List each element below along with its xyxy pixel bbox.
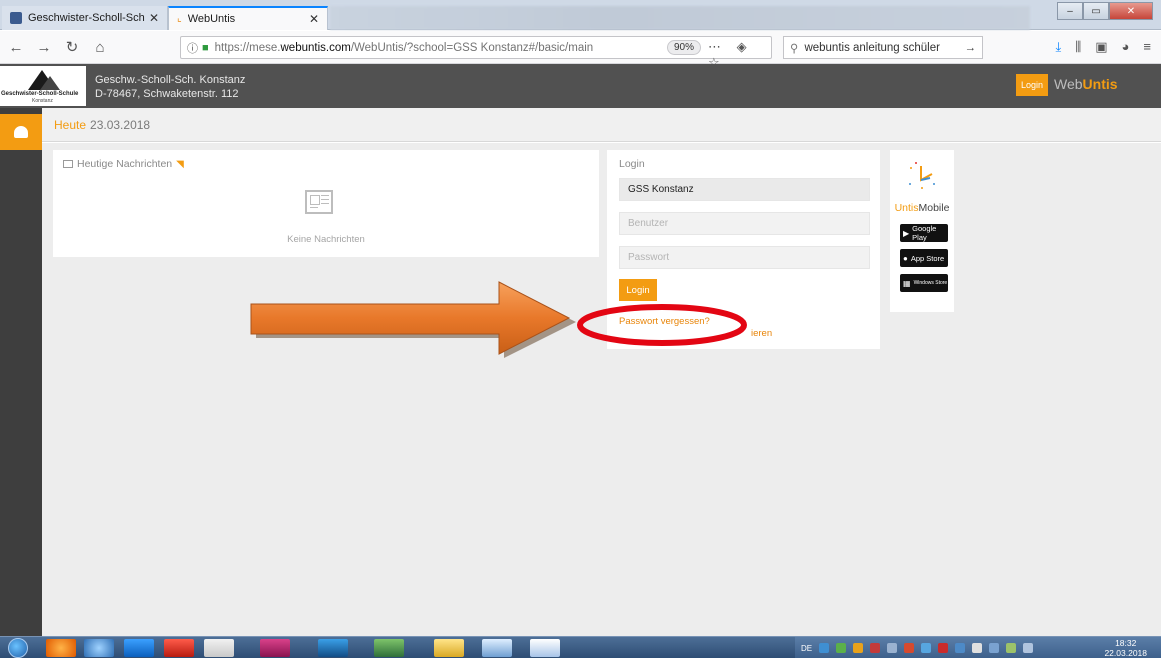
search-icon: ⚲ <box>790 42 799 55</box>
google-play-badge[interactable]: ▶ Google Play <box>900 224 948 242</box>
school-address: D-78467, Schwaketenstr. 112 <box>95 88 239 100</box>
url-prefix: https://mese. <box>214 41 281 54</box>
play-icon: ▶ <box>903 228 910 238</box>
news-title: Heutige Nachrichten ◥ <box>63 158 184 170</box>
thunderbird-taskbar-icon[interactable] <box>84 639 114 657</box>
url-bar[interactable]: ⓘ ■ https://mese. webuntis.com/WebUntis/?… <box>180 36 772 70</box>
school-info: Geschw.-Scholl-Sch. Konstanz D-78467, Sc… <box>95 73 245 101</box>
date-bar: Heute 23.03.2018 <box>42 108 1161 142</box>
window-taskbar-icon[interactable] <box>482 639 512 657</box>
start-button[interactable] <box>8 638 28 658</box>
news-placeholder-icon <box>305 190 333 214</box>
back-icon[interactable]: ← <box>4 39 28 56</box>
school-logo: Geschwister-Scholl-Schule Konstanz <box>0 66 86 106</box>
pdf-taskbar-icon[interactable] <box>204 639 234 657</box>
newspaper-icon <box>63 160 73 168</box>
search-text: webuntis anleitung schüler <box>804 41 940 54</box>
annotation-arrow <box>250 281 576 358</box>
tray-app-icon[interactable] <box>887 643 898 653</box>
news-card: Heutige Nachrichten ◥ Keine Nachrichten <box>53 150 599 257</box>
tray-app-icon[interactable] <box>989 643 1000 653</box>
tray-app-icon[interactable] <box>921 643 932 653</box>
school-name: Geschw.-Scholl-Sch. Konstanz <box>95 74 246 86</box>
tab-title: Geschwister-Scholl-Schule Kon <box>28 12 145 24</box>
acrobat-taskbar-icon[interactable] <box>164 639 194 657</box>
toolbar-icons: ⤓ ⫼ ▣ ◕ ≡ <box>1056 39 1151 55</box>
untis-mobile-card: UntisMobile ▶ Google Play ● App Store ▦ Win… <box>890 150 954 312</box>
sidebar-icon[interactable]: ▣ <box>1095 39 1107 55</box>
menu-icon[interactable]: ≡ <box>1143 39 1151 55</box>
window-controls: – ▭ ✕ <box>1057 2 1153 20</box>
app-store-badge[interactable]: ● App Store <box>900 249 948 267</box>
language-indicator[interactable]: DE <box>801 644 812 653</box>
close-icon[interactable]: ✕ <box>309 12 319 26</box>
lock-icon[interactable]: ■ <box>202 42 209 54</box>
rss-icon[interactable]: ◥ <box>176 159 184 170</box>
firefox-taskbar-icon[interactable] <box>46 639 76 657</box>
left-sidebar <box>0 108 42 636</box>
annotation-ellipse <box>577 304 747 346</box>
tray-app-icon[interactable] <box>1006 643 1017 653</box>
today-date: 23.03.2018 <box>90 117 151 132</box>
tab-title: WebUntis <box>187 13 236 25</box>
window-close-button[interactable]: ✕ <box>1109 2 1153 20</box>
search-go-icon[interactable]: → <box>965 42 977 54</box>
system-clock[interactable]: 18:32 22.03.2018 <box>1104 638 1147 658</box>
login-title: Login <box>619 158 645 170</box>
close-icon[interactable]: ✕ <box>149 11 159 25</box>
word-taskbar-icon[interactable] <box>530 639 560 657</box>
url-path: /WebUntis/?school=GSS Konstanz#/basic/ma… <box>350 41 594 54</box>
help-tray-icon[interactable] <box>819 643 830 653</box>
ie-taskbar-icon[interactable] <box>124 639 154 657</box>
tray-app-icon[interactable] <box>870 643 881 653</box>
header-login-button[interactable]: Login <box>1016 74 1048 96</box>
school-favicon-icon <box>10 12 22 24</box>
url-domain: webuntis.com <box>280 41 351 54</box>
tab-webuntis[interactable]: ⌞ WebUntis ✕ <box>168 6 328 30</box>
volume-icon[interactable] <box>972 643 983 653</box>
tray-app-icon[interactable] <box>955 643 966 653</box>
search-bar[interactable]: ⚲ webuntis anleitung schüler → <box>783 36 983 59</box>
browser-tab-strip: Geschwister-Scholl-Schule Kon ✕ ⌞ WebUnt… <box>0 0 1161 30</box>
blurred-tabs <box>330 6 1030 30</box>
network-icon[interactable] <box>1023 643 1034 653</box>
library-icon[interactable]: ⫼ <box>1075 39 1081 55</box>
windows-taskbar: DE 18:32 22.03.2018 <box>0 636 1161 658</box>
forward-icon[interactable]: → <box>32 39 56 56</box>
windows-icon: ▦ <box>903 278 911 288</box>
download-icon[interactable]: ⤓ <box>1056 39 1062 55</box>
untis-mobile-label: UntisMobile <box>894 202 950 214</box>
username-input[interactable]: Benutzer <box>619 212 870 235</box>
tray-app-icon[interactable] <box>938 643 949 653</box>
login-button[interactable]: Login <box>619 279 657 301</box>
today-label: Heute <box>54 117 87 132</box>
untis-mobile-logo-icon <box>909 162 935 189</box>
app-taskbar-icon[interactable] <box>374 639 404 657</box>
zoom-badge[interactable]: 90% <box>667 40 702 55</box>
windows-store-badge[interactable]: ▦ Windows Store <box>900 274 948 292</box>
webuntis-brand: WebUntis <box>1054 76 1118 92</box>
info-icon[interactable]: ⓘ <box>187 40 198 56</box>
photoshop-taskbar-icon[interactable] <box>318 639 348 657</box>
webuntis-favicon-icon: ⌞ <box>177 13 182 24</box>
school-field[interactable]: GSS Konstanz <box>619 178 870 201</box>
tab-geschwister-scholl[interactable]: Geschwister-Scholl-Schule Kon ✕ <box>2 6 168 30</box>
minimize-button[interactable]: – <box>1057 2 1083 20</box>
reload-icon[interactable]: ↻ <box>60 38 84 56</box>
maximize-button[interactable]: ▭ <box>1083 2 1109 20</box>
apple-icon: ● <box>903 253 908 263</box>
password-input[interactable]: Passwort <box>619 246 870 269</box>
dashboard-icon <box>14 126 28 138</box>
dashboard-button[interactable] <box>0 114 42 150</box>
home-icon[interactable]: ⌂ <box>88 39 112 56</box>
tray-app-icon[interactable] <box>904 643 915 653</box>
tray-app-icon[interactable] <box>836 643 847 653</box>
tray-app-icon[interactable] <box>853 643 864 653</box>
explorer-taskbar-icon[interactable] <box>434 639 464 657</box>
extension-icon[interactable]: ◕ <box>1122 39 1130 55</box>
navigation-bar: ← → ↻ ⌂ ⓘ ■ https://mese. webuntis.com/We… <box>0 31 1161 70</box>
webuntis-header: Geschwister-Scholl-Schule Konstanz Gesch… <box>0 64 1161 108</box>
indesign-taskbar-icon[interactable] <box>260 639 290 657</box>
news-empty-text: Keine Nachrichten <box>287 234 365 245</box>
